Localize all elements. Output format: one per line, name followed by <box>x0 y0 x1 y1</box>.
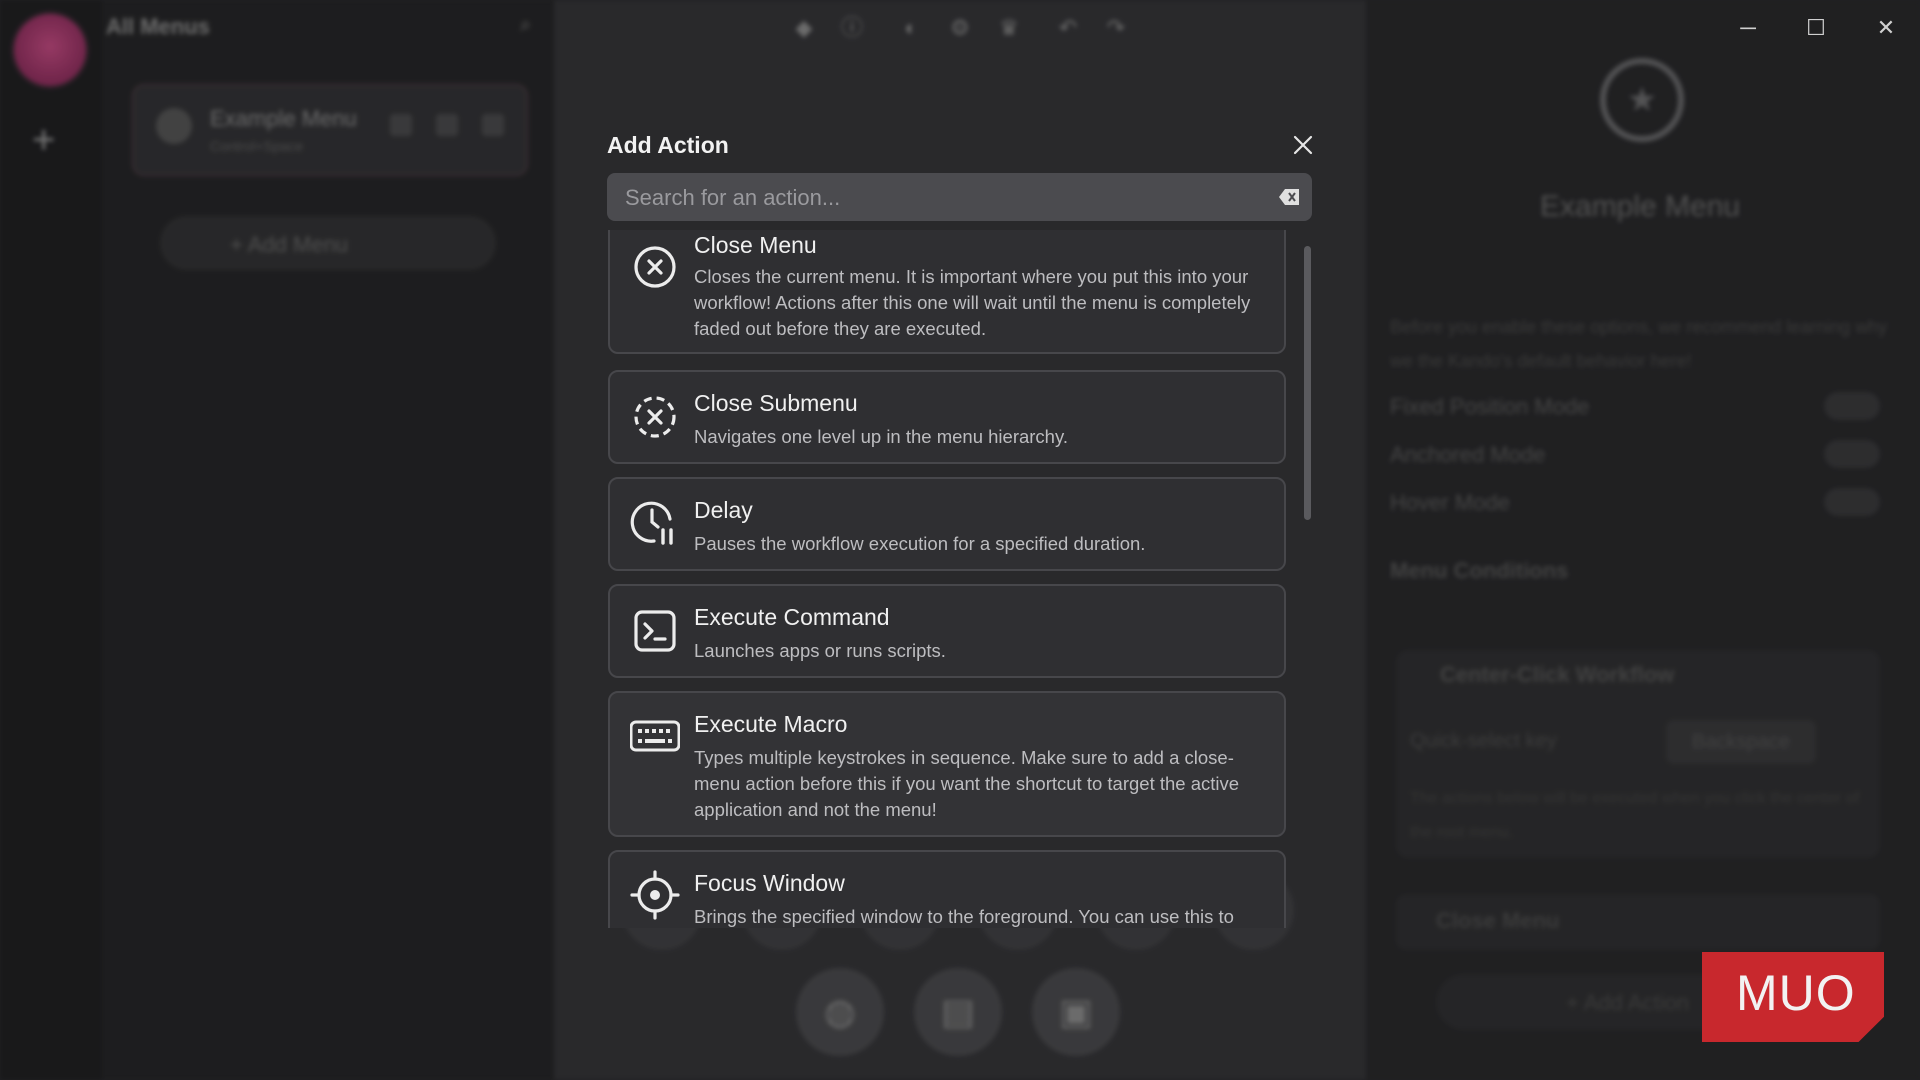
action-name: Focus Window <box>694 870 845 896</box>
action-item-execute-macro[interactable]: Execute Macro Types multiple keystrokes … <box>608 691 1286 837</box>
action-item-delay[interactable]: Delay Pauses the workflow execution for … <box>608 477 1286 571</box>
action-item-close-menu[interactable]: Close Menu Closes the current menu. It i… <box>608 230 1286 354</box>
action-name: Close Submenu <box>694 390 858 416</box>
action-name: Execute Command <box>694 604 890 630</box>
minimize-icon[interactable]: ─ <box>1728 10 1768 46</box>
action-description: Launches apps or runs scripts. <box>694 640 946 661</box>
action-list[interactable]: Close Menu Closes the current menu. It i… <box>607 230 1291 928</box>
action-item-execute-command[interactable]: Execute Command Launches apps or runs sc… <box>608 584 1286 678</box>
close-circle-icon <box>634 246 676 288</box>
action-item-focus-window[interactable]: Focus Window Brings the specified window… <box>608 850 1286 928</box>
crosshair-icon <box>630 870 680 920</box>
action-description: Closes the current menu. It is important… <box>694 266 1251 339</box>
maximize-icon[interactable]: ☐ <box>1796 10 1836 46</box>
search-input[interactable] <box>623 173 1267 223</box>
action-name: Close Menu <box>694 232 817 258</box>
action-item-close-submenu[interactable]: Close Submenu Navigates one level up in … <box>608 370 1286 464</box>
watermark-text: MUO <box>1736 965 1856 1021</box>
dialog-title: Add Action <box>607 132 729 158</box>
backspace-icon[interactable] <box>1279 187 1301 207</box>
action-description: Types multiple keystrokes in sequence. M… <box>694 747 1240 820</box>
close-window-icon[interactable]: ✕ <box>1866 10 1906 46</box>
close-dashed-circle-icon <box>634 396 676 438</box>
scrollbar-thumb[interactable] <box>1304 246 1311 520</box>
clock-pause-icon <box>630 501 673 545</box>
keyboard-icon <box>630 720 680 752</box>
action-description: Navigates one level up in the menu hiera… <box>694 426 1068 447</box>
terminal-icon <box>634 610 676 652</box>
search-box[interactable] <box>607 173 1312 223</box>
close-icon[interactable] <box>1288 130 1318 160</box>
action-name: Execute Macro <box>694 711 848 737</box>
action-name: Delay <box>694 497 753 523</box>
action-description: Pauses the workflow execution for a spec… <box>694 533 1146 554</box>
action-description: Brings the specified window to the foreg… <box>694 906 1234 927</box>
